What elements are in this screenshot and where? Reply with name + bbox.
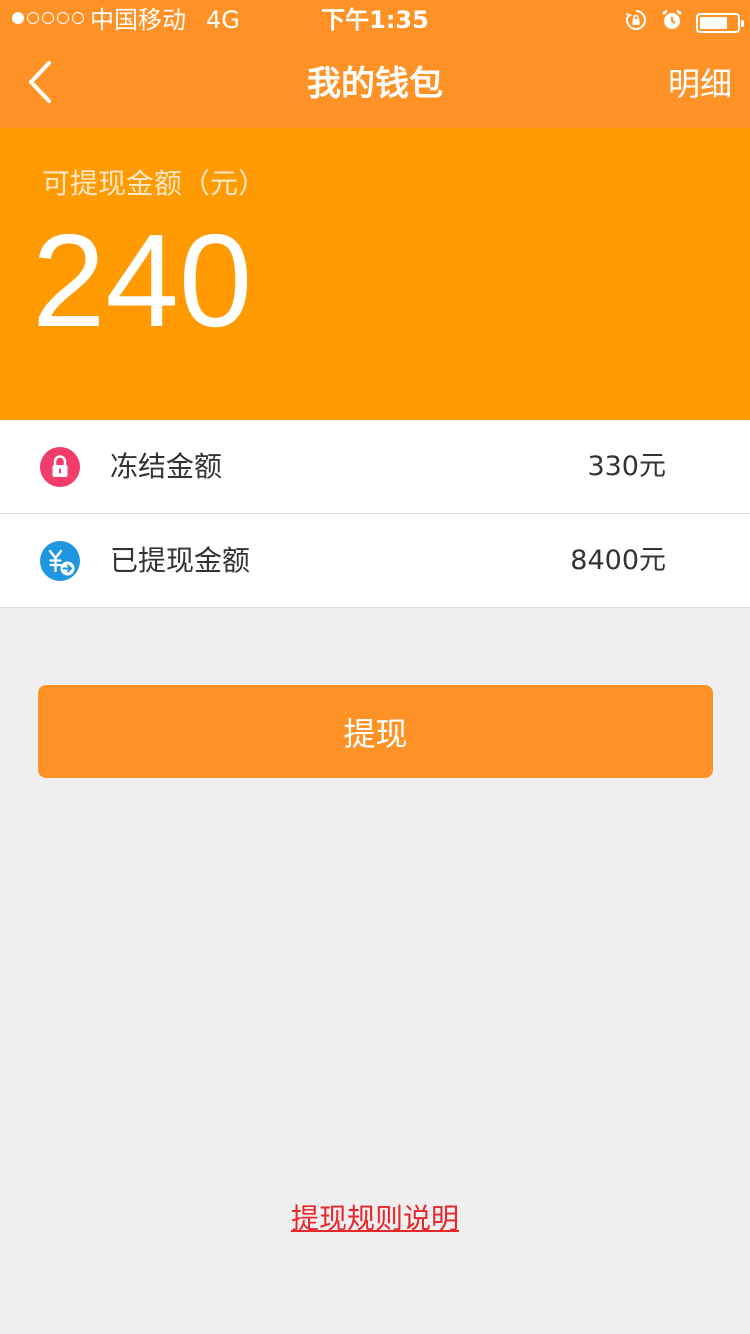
row-label: 冻结金额 (110, 450, 223, 483)
status-bar: 中国移动 4G 下午1:35 (0, 0, 750, 40)
page-title: 我的钱包 (307, 64, 443, 104)
wallet-info-list: 冻结金额 330元 已提现金额 8400元 (0, 420, 750, 608)
list-item-withdrawn-amount: 已提现金额 8400元 (0, 514, 750, 608)
row-value: 330元 (587, 451, 666, 482)
alarm-icon (660, 8, 684, 38)
yen-transfer-icon (40, 541, 80, 581)
battery-icon (696, 13, 744, 33)
list-item-frozen-amount: 冻结金额 330元 (0, 420, 750, 514)
rotation-lock-icon (624, 8, 648, 38)
navigation-bar: 我的钱包 明细 (0, 40, 750, 128)
balance-label: 可提现金额（元） (42, 167, 267, 200)
withdraw-rules-link[interactable]: 提现规则说明 (0, 1198, 750, 1240)
withdraw-button[interactable]: 提现 (38, 685, 713, 778)
battery-level (700, 17, 727, 29)
row-value: 8400元 (570, 545, 666, 576)
header-bar: 中国移动 4G 下午1:35 我的钱包 明细 (0, 0, 750, 128)
lock-icon (40, 447, 80, 487)
chevron-left-icon (25, 60, 55, 108)
balance-panel: 可提现金额（元） 240 (0, 128, 750, 420)
back-button[interactable] (10, 54, 70, 114)
balance-amount: 240 (32, 207, 253, 354)
status-icons (624, 8, 744, 38)
detail-button[interactable]: 明细 (668, 40, 732, 128)
row-label: 已提现金额 (110, 544, 251, 577)
